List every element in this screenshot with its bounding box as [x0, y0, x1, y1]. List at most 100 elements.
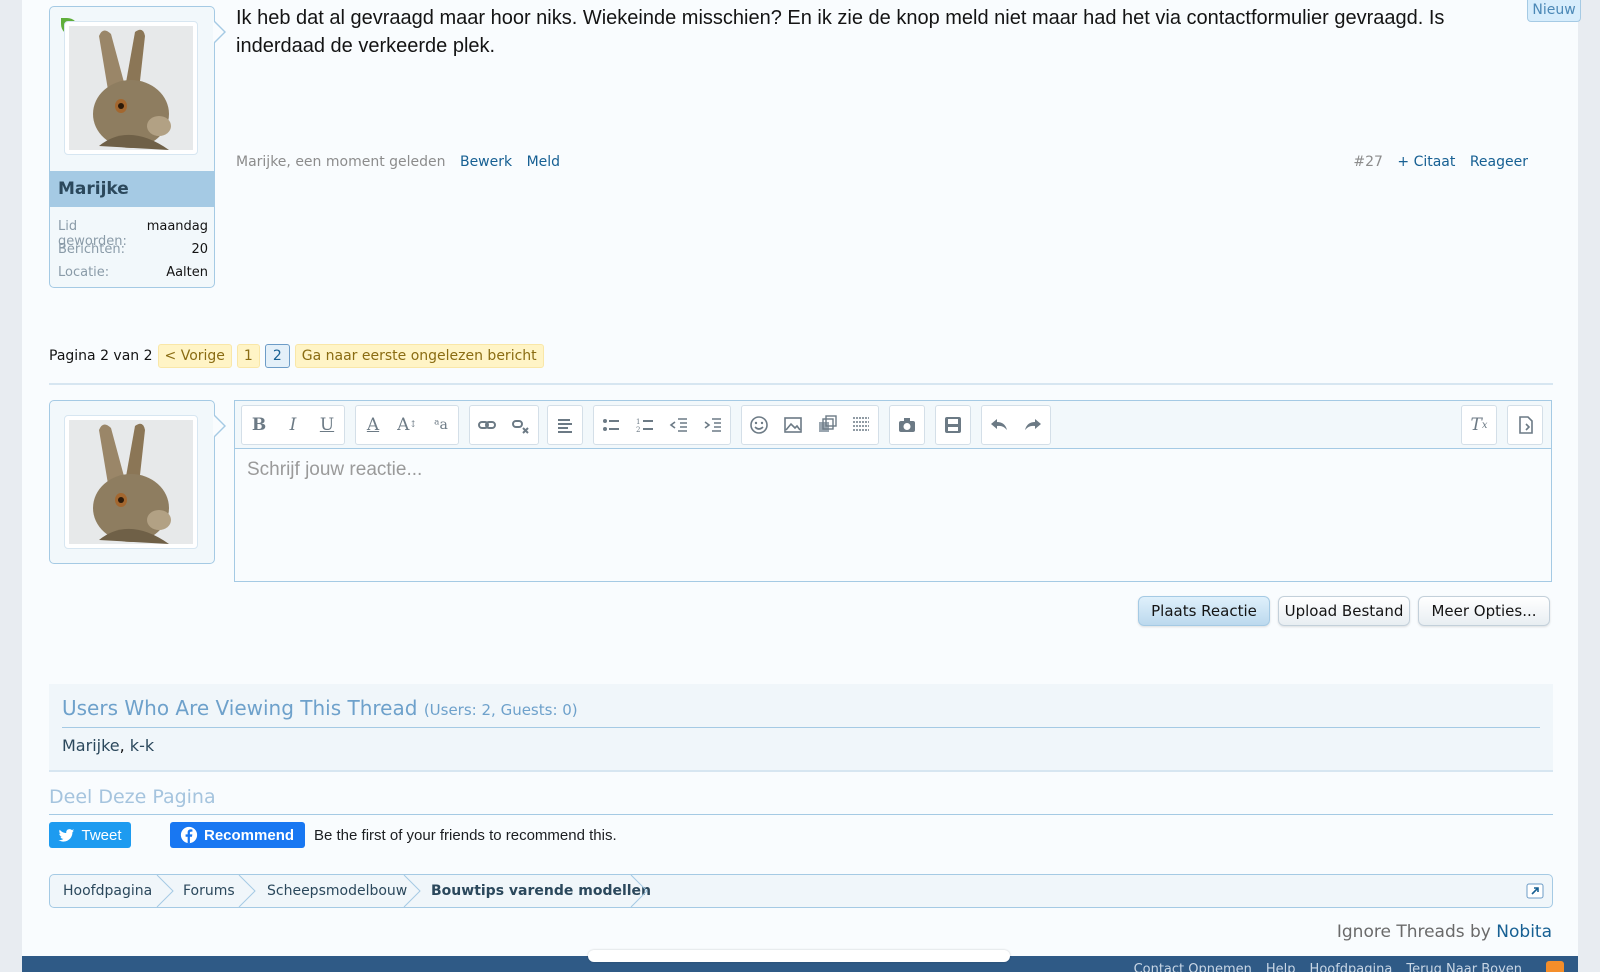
post-reply-button[interactable]: Plaats Reactie [1138, 596, 1270, 626]
message-meta: Marijke, een moment geleden Bewerk Meld … [236, 154, 1528, 174]
breadcrumb-forum[interactable]: Bouwtips varende modellen [431, 875, 651, 907]
stat-label: Locatie: [58, 265, 110, 280]
reply-userinfo [49, 400, 215, 564]
reply-editor[interactable]: B I U A A ↕ ᵃa 12 T x Schrijf jouw react… [234, 400, 1552, 582]
numbered-list-icon[interactable]: 12 [628, 406, 662, 444]
toolbar-group-camera [889, 405, 925, 445]
footer-contact-link[interactable]: Contact Opnemen [1134, 962, 1252, 972]
toolbar-group-insert [741, 405, 879, 445]
align-left-icon[interactable] [548, 406, 582, 444]
toolbar-group-draft [935, 405, 971, 445]
prev-page-button[interactable]: < Vorige [157, 344, 232, 368]
avatar[interactable] [64, 21, 198, 155]
message-text: Ik heb dat al gevraagd maar hoor niks. W… [236, 7, 1445, 57]
viewer-user[interactable]: k-k [130, 736, 154, 755]
ignore-threads-credit: Ignore Threads by Nobita [1337, 922, 1552, 942]
page: Nieuw Marijke Lid geworden: maandag Beri… [22, 0, 1581, 972]
footer-links: Contact Opnemen Help Hoofdpagina Terug N… [1134, 962, 1522, 972]
breadcrumb-home[interactable]: Hoofdpagina [63, 875, 152, 907]
edit-link[interactable]: Bewerk [460, 154, 512, 170]
nobita-link[interactable]: Nobita [1496, 922, 1552, 942]
stat-value[interactable]: Aalten [166, 265, 208, 280]
save-draft-icon[interactable] [936, 406, 970, 444]
facebook-recommend-button[interactable]: Recommend [170, 822, 305, 848]
footer-top-link[interactable]: Terug Naar Boven [1406, 962, 1522, 972]
page-1-button[interactable]: 1 [236, 344, 260, 368]
toolbar-group-font: A A ↕ ᵃa [355, 405, 459, 445]
jump-menu-icon[interactable] [1526, 883, 1544, 899]
rss-icon[interactable] [1546, 961, 1564, 972]
share-divider [49, 814, 1553, 815]
font-family-icon[interactable]: ᵃa [424, 406, 458, 444]
underline-icon[interactable]: U [310, 406, 344, 444]
redo-icon[interactable] [1016, 406, 1050, 444]
stat-label: Berichten: [58, 242, 125, 257]
facebook-icon [180, 826, 198, 844]
toolbar-group-history [981, 405, 1051, 445]
new-badge: Nieuw [1527, 0, 1581, 22]
media-icon[interactable] [810, 406, 844, 444]
stat-location: Locatie: Aalten [58, 265, 208, 280]
camera-icon[interactable] [890, 406, 924, 444]
viewers-title: Users Who Are Viewing This Thread [62, 696, 418, 720]
first-unread-button[interactable]: Ga naar eerste ongelezen bericht [294, 344, 544, 368]
breadcrumb-separator [630, 875, 648, 907]
viewer-user[interactable]: Marijke [62, 736, 120, 755]
remove-format-icon[interactable]: Tx [1462, 406, 1496, 444]
page-2-button[interactable]: 2 [264, 344, 290, 368]
unlink-icon[interactable] [504, 406, 538, 444]
breadcrumb-separator [156, 875, 174, 907]
undo-icon[interactable] [982, 406, 1016, 444]
recommend-label: Recommend [204, 826, 295, 844]
reply-link[interactable]: Reageer [1470, 154, 1528, 170]
tweet-label: Tweet [81, 826, 122, 844]
toolbar-group-align [547, 405, 583, 445]
avatar[interactable] [64, 415, 198, 549]
image-icon[interactable] [776, 406, 810, 444]
viewers-heading: Users Who Are Viewing This Thread (Users… [62, 696, 578, 720]
viewer-separator: , [119, 736, 130, 755]
svg-text:1: 1 [636, 418, 640, 426]
toolbar-group-mode [1507, 405, 1543, 445]
outdent-icon[interactable] [662, 406, 696, 444]
viewers-divider [62, 727, 1540, 728]
reply-arrow [213, 414, 226, 438]
tweet-button[interactable]: Tweet [49, 822, 131, 848]
breadcrumb-separator [238, 875, 256, 907]
username[interactable]: Marijke [50, 171, 214, 207]
text-color-icon[interactable]: A [356, 406, 390, 444]
footer-home-link[interactable]: Hoofdpagina [1310, 962, 1393, 972]
font-size-icon[interactable]: A ↕ [390, 406, 424, 444]
breadcrumb-forums[interactable]: Forums [183, 875, 235, 907]
share-heading: Deel Deze Pagina [49, 786, 216, 808]
more-options-button[interactable]: Meer Opties... [1418, 596, 1550, 626]
message-arrow [213, 20, 226, 44]
svg-text:2: 2 [636, 426, 640, 434]
more-icon[interactable] [844, 406, 878, 444]
bold-icon[interactable]: B [242, 406, 276, 444]
breadcrumb-category[interactable]: Scheepsmodelbouw [267, 875, 407, 907]
link-icon[interactable] [470, 406, 504, 444]
footer-help-link[interactable]: Help [1266, 962, 1296, 972]
page-nav-info: Pagina 2 van 2 [49, 348, 153, 364]
bullet-list-icon[interactable] [594, 406, 628, 444]
message-userinfo: Marijke Lid geworden: maandag Berichten:… [49, 6, 215, 288]
ignore-prefix: Ignore Threads by [1336, 922, 1491, 942]
toggle-bbcode-icon[interactable] [1508, 406, 1542, 444]
italic-icon[interactable]: I [276, 406, 310, 444]
editor-placeholder: Schrijf jouw reactie... [247, 459, 423, 480]
editor-toolbar: B I U A A ↕ ᵃa 12 T x [235, 401, 1551, 449]
toolbar-group-format: B I U [241, 405, 345, 445]
post-number[interactable]: #27 [1353, 154, 1383, 170]
twitter-bird-icon [58, 828, 75, 842]
upload-file-button[interactable]: Upload Bestand [1278, 596, 1410, 626]
stat-messages: Berichten: 20 [58, 242, 208, 257]
stat-value: 20 [191, 242, 208, 257]
report-link[interactable]: Meld [527, 154, 560, 170]
divider [49, 383, 1553, 385]
indent-icon[interactable] [696, 406, 730, 444]
quote-link[interactable]: + Citaat [1397, 154, 1455, 170]
thread-viewers: Users Who Are Viewing This Thread (Users… [49, 684, 1553, 772]
hare-avatar-image [69, 420, 193, 544]
smiley-icon[interactable] [742, 406, 776, 444]
